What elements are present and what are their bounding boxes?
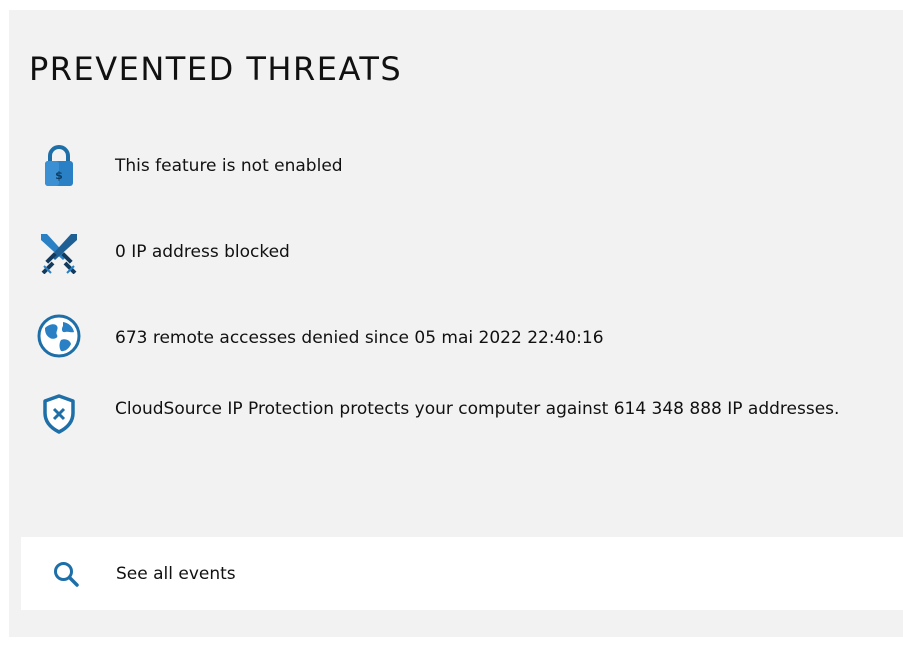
lock-icon: $: [37, 144, 81, 188]
threat-item-feature-status: $ This feature is not enabled: [37, 144, 875, 188]
threat-item-text: CloudSource IP Protection protects your …: [115, 399, 840, 419]
search-icon: [53, 561, 79, 587]
threat-item-text: This feature is not enabled: [115, 156, 343, 176]
threat-item-ip-blocked: 0 IP address blocked: [37, 230, 875, 274]
see-all-events-button[interactable]: See all events: [21, 537, 903, 610]
crossed-swords-icon: [37, 230, 81, 274]
page-title: PREVENTED THREATS: [29, 50, 403, 88]
threat-item-remote-access: 673 remote accesses denied since 05 mai …: [37, 314, 875, 358]
shield-x-icon: [37, 392, 81, 436]
svg-text:$: $: [55, 169, 63, 182]
globe-icon: [37, 314, 81, 358]
see-all-events-label: See all events: [116, 564, 236, 584]
threat-item-cloudsource: CloudSource IP Protection protects your …: [37, 392, 875, 436]
threat-item-text: 673 remote accesses denied since 05 mai …: [115, 328, 604, 348]
threat-item-text: 0 IP address blocked: [115, 242, 290, 262]
